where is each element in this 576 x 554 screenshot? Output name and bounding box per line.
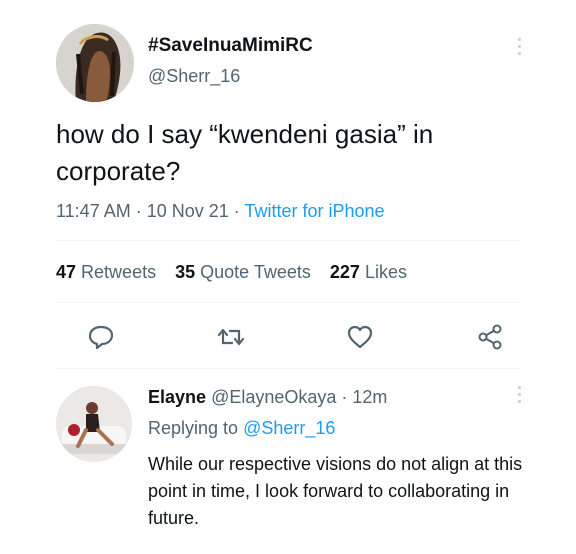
reply-author-photo (56, 386, 132, 462)
likes-label: Likes (364, 262, 407, 282)
author-display-name[interactable]: #SaveInuaMimiRC (148, 34, 313, 58)
reply-author-name[interactable]: Elayne (148, 387, 206, 407)
reply-icon (88, 325, 114, 350)
tweet-text: how do I say “kwendeni gasia” in corpora… (56, 119, 434, 186)
heart-icon (347, 325, 373, 349)
retweet-button[interactable] (216, 322, 246, 352)
reply-text: While our respective visions do not alig… (148, 454, 523, 528)
author-info: #SaveInuaMimiRC @Sherr_16 (148, 34, 313, 88)
retweets-label: Retweets (81, 262, 157, 282)
author-handle[interactable]: @Sherr_16 (148, 64, 313, 88)
retweet-icon (217, 328, 245, 346)
author-avatar[interactable] (56, 24, 134, 102)
quotes-count: 35 (175, 262, 196, 282)
tweet-time[interactable]: 11:47 AM (56, 201, 131, 221)
replying-to-label: Replying to (148, 418, 244, 438)
like-button[interactable] (345, 322, 375, 352)
reply-button[interactable] (86, 322, 116, 352)
meta-separator: · (228, 201, 245, 221)
likes-stat[interactable]: 227 Likes (330, 260, 407, 284)
more-dots-icon[interactable] (516, 38, 522, 60)
divider (56, 240, 520, 241)
divider (56, 368, 520, 369)
tweet-detail: #SaveInuaMimiRC @Sherr_16 how do I say “… (0, 0, 576, 554)
replying-to: Replying to @Sherr_16 (148, 416, 335, 440)
tweet-metadata: 11:47 AM · 10 Nov 21 · Twitter for iPhon… (56, 199, 385, 223)
action-bar (0, 322, 576, 354)
quotes-label: Quote Tweets (200, 262, 311, 282)
reply-header: Elayne @ElayneOkaya · 12m (148, 385, 387, 409)
retweets-count: 47 (56, 262, 77, 282)
reply-author-handle[interactable]: @ElayneOkaya (211, 387, 336, 407)
tweet-date[interactable]: 10 Nov 21 (147, 201, 229, 221)
retweets-stat[interactable]: 47 Retweets (56, 260, 156, 284)
replying-to-mention[interactable]: @Sherr_16 (243, 418, 335, 438)
divider (56, 302, 520, 303)
more-dots-icon[interactable] (516, 386, 522, 408)
reply-author-avatar[interactable] (56, 386, 132, 462)
reply-age[interactable]: 12m (352, 387, 387, 407)
engagement-stats: 47 Retweets 35 Quote Tweets 227 Likes (56, 260, 421, 284)
author-photo (56, 24, 134, 102)
quote-tweets-stat[interactable]: 35 Quote Tweets (175, 260, 311, 284)
likes-count: 227 (329, 262, 360, 282)
share-button[interactable] (475, 322, 505, 352)
tweet-source[interactable]: Twitter for iPhone (244, 201, 384, 221)
share-icon (478, 324, 502, 350)
reply-separator: · (336, 387, 353, 407)
meta-separator: · (130, 201, 147, 221)
